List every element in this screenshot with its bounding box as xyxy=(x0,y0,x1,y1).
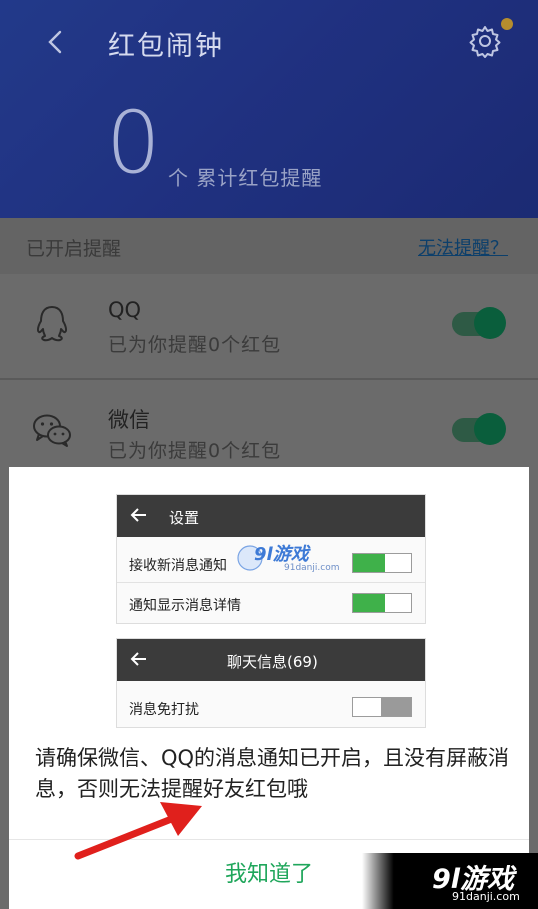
settings-row: 通知显示消息详情 xyxy=(117,583,425,623)
brand-url-text: 91danji.com xyxy=(452,890,520,903)
arrow-left-icon xyxy=(130,508,146,522)
watermark-subtext: 91danji.com xyxy=(284,563,340,573)
notification-dot xyxy=(501,18,513,30)
settings-row-label: 接收新消息通知 xyxy=(129,558,227,574)
back-button[interactable] xyxy=(38,24,74,60)
reminder-count: 0 xyxy=(106,93,161,193)
list-item-qq[interactable]: QQ 已为你提醒0个红包 xyxy=(0,274,538,380)
wechat-icon xyxy=(30,408,74,452)
toggle-knob xyxy=(474,413,506,445)
chat-info-screenshot: 聊天信息(69) 消息免打扰 xyxy=(116,638,426,728)
section-title: 已开启提醒 xyxy=(26,238,122,260)
red-packet-alarm-screen: 红包闹钟 0 个 累计红包提醒 已开启提醒 无法提醒？ QQ 已为你提醒0个红包 xyxy=(0,0,538,909)
chevron-left-icon xyxy=(48,30,62,54)
gear-icon xyxy=(469,26,501,58)
settings-button[interactable] xyxy=(466,22,504,60)
app-reminder-count: 已为你提醒0个红包 xyxy=(108,334,282,356)
settings-screenshot-bar: 设置 xyxy=(117,495,425,537)
reminder-count-label: 个 累计红包提醒 xyxy=(168,166,323,190)
app-name: QQ xyxy=(108,298,142,322)
arrow-left-icon xyxy=(130,652,146,666)
chat-info-row-label: 消息免打扰 xyxy=(129,702,199,718)
chat-info-screenshot-title: 聊天信息(69) xyxy=(227,653,318,671)
app-reminder-count: 已为你提醒0个红包 xyxy=(108,440,282,462)
page-title: 红包闹钟 xyxy=(108,31,224,62)
chat-info-screenshot-bar: 聊天信息(69) xyxy=(117,639,425,681)
cannot-remind-link[interactable]: 无法提醒？ xyxy=(418,234,508,260)
red-arrow-icon xyxy=(74,802,202,860)
mini-toggle-on xyxy=(352,553,412,573)
wechat-reminder-toggle[interactable] xyxy=(452,413,506,445)
settings-row-label: 通知显示消息详情 xyxy=(129,598,241,614)
app-name: 微信 xyxy=(108,408,150,432)
app-list: QQ 已为你提醒0个红包 微信 已为你提醒0个红包 xyxy=(0,274,538,474)
mini-toggle-off xyxy=(352,697,412,717)
qq-reminder-toggle[interactable] xyxy=(452,307,506,339)
qq-icon xyxy=(30,302,74,346)
chat-info-row: 消息免打扰 xyxy=(117,687,425,727)
toggle-knob xyxy=(474,307,506,339)
settings-screenshot-title: 设置 xyxy=(169,509,200,527)
mini-toggle-on xyxy=(352,593,412,613)
